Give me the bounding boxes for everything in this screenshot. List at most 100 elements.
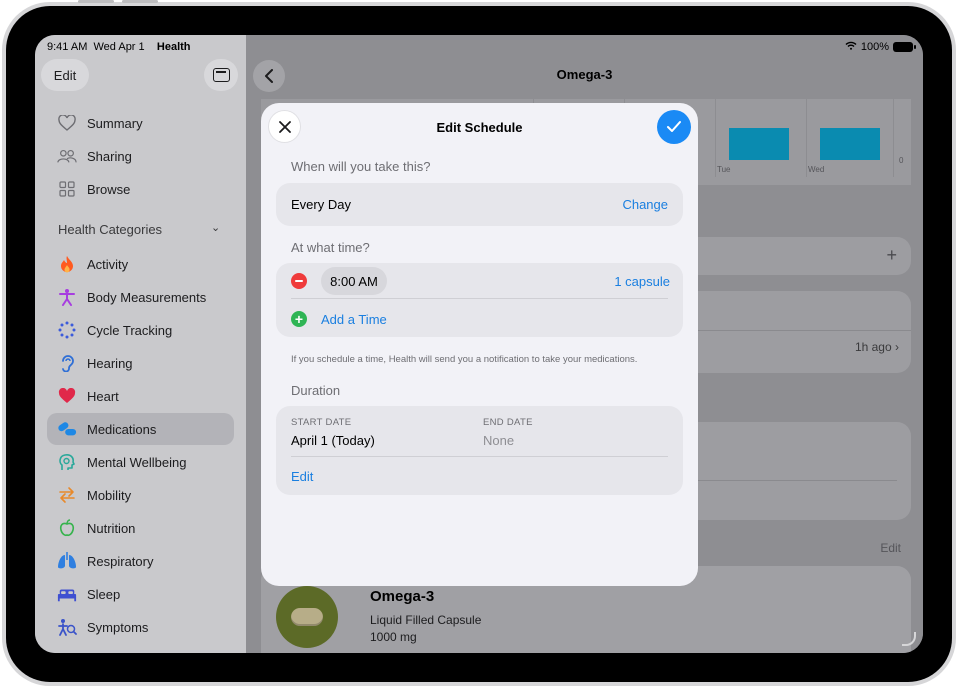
add-log-button[interactable]: + (886, 245, 897, 266)
chart-bar (820, 128, 880, 160)
sidebar-item-label: Symptoms (87, 619, 149, 635)
divider (291, 456, 668, 457)
sidebar-item-browse[interactable]: Browse (47, 173, 234, 205)
sidebar-item-respiratory[interactable]: Respiratory (47, 545, 234, 577)
sidebar-item-label: Activity (87, 256, 129, 272)
battery-percent: 100% (860, 41, 889, 53)
head-icon (57, 452, 77, 472)
medication-form: Liquid Filled Capsule (370, 613, 482, 627)
medication-name: Omega-3 (370, 588, 435, 605)
chart-day-label: Wed (808, 165, 825, 174)
sidebar: 9:41 AM Wed Apr 1 Health Edit Summary Sh… (35, 35, 246, 653)
medication-image (276, 586, 338, 648)
sidebar-item-heart[interactable]: Heart (47, 380, 234, 412)
battery-icon (893, 42, 916, 52)
sidebar-item-activity[interactable]: Activity (47, 248, 234, 280)
notification-footnote: If you schedule a time, Health will send… (291, 354, 638, 365)
chevron-down-icon[interactable]: ⌄ (211, 221, 220, 234)
sidebar-item-summary[interactable]: Summary (47, 107, 234, 139)
log-time: 1h ago › (854, 340, 899, 354)
sidebar-item-mobility[interactable]: Mobility (47, 479, 234, 511)
medication-strength: 1000 mg (370, 630, 417, 644)
people-icon (57, 146, 77, 166)
capsule-icon (291, 608, 323, 626)
figure-icon (57, 287, 77, 307)
sidebar-item-medications[interactable]: Medications (47, 413, 234, 445)
sidebar-item-label: Cycle Tracking (87, 322, 173, 338)
sidebar-item-mental-wellbeing[interactable]: Mental Wellbeing (47, 446, 234, 478)
sidebar-item-label: Mobility (87, 487, 132, 503)
chart-gridline (806, 99, 807, 177)
remove-time-button[interactable] (291, 273, 307, 289)
end-date-label: END DATE (483, 417, 533, 428)
sidebar-icon (212, 68, 230, 82)
sidebar-item-label: Respiratory (87, 553, 154, 569)
dose-quantity-button[interactable]: 1 capsule (614, 274, 670, 289)
change-frequency-button[interactable]: Change (622, 197, 668, 212)
add-time-icon[interactable]: + (291, 311, 307, 327)
divider (291, 298, 668, 299)
screen: 9:41 AM Wed Apr 1 Health Edit Summary Sh… (35, 35, 923, 653)
sidebar-toggle-button[interactable] (204, 59, 238, 91)
sidebar-item-sharing[interactable]: Sharing (47, 140, 234, 172)
hardware-button (122, 0, 158, 3)
start-date-value: April 1 (Today) (291, 433, 375, 448)
ear-icon (57, 353, 77, 373)
arrows-icon (57, 485, 77, 505)
sidebar-edit-button[interactable]: Edit (41, 59, 89, 91)
heart-icon (57, 386, 77, 406)
sidebar-item-symptoms[interactable]: Symptoms (47, 611, 234, 643)
time-group: 8:00 AM 1 capsule + Add a Time (276, 263, 683, 337)
duration-heading: Duration (291, 383, 341, 398)
sidebar-item-label: Sharing (87, 148, 132, 164)
bed-icon (57, 584, 77, 604)
health-categories-heading[interactable]: Health Categories (58, 222, 162, 237)
chart-gridline (893, 99, 894, 177)
status-date: Wed Apr 1 (93, 41, 145, 53)
chart-bar (729, 128, 789, 160)
sidebar-item-label: Body Measurements (87, 289, 207, 305)
flame-icon (57, 254, 77, 274)
sidebar-item-label: Heart (87, 388, 119, 404)
frequency-row[interactable]: Every Day Change (276, 183, 683, 226)
page-title: Omega-3 (556, 67, 613, 82)
cycle-dots-icon (57, 320, 77, 340)
sidebar-item-label: Hearing (87, 355, 133, 371)
lungs-icon (57, 551, 77, 571)
medications-edit-button[interactable]: Edit (880, 541, 901, 555)
checkmark-icon (667, 121, 681, 132)
frequency-value: Every Day (291, 197, 351, 212)
symptoms-icon (57, 617, 77, 637)
sheet-title: Edit Schedule (436, 120, 523, 135)
end-date-value: None (483, 433, 515, 448)
wifi-icon (845, 41, 857, 53)
hardware-button (78, 0, 114, 3)
time-heading: At what time? (291, 240, 370, 255)
sidebar-item-body-measurements[interactable]: Body Measurements (47, 281, 234, 313)
add-time-button[interactable]: Add a Time (321, 312, 387, 327)
edit-duration-button[interactable]: Edit (291, 469, 313, 484)
status-time: 9:41 AM (47, 41, 88, 53)
frequency-heading: When will you take this? (291, 159, 431, 174)
sidebar-item-label: Browse (87, 181, 131, 197)
start-date-label: START DATE (291, 417, 352, 428)
chart-day-label: Tue (717, 165, 731, 174)
log-time-text: 1h ago (854, 340, 892, 354)
sidebar-item-label: Nutrition (87, 520, 136, 536)
sidebar-item-label: Medications (87, 421, 157, 437)
sidebar-item-hearing[interactable]: Hearing (47, 347, 234, 379)
done-button[interactable] (657, 110, 691, 144)
heart-outline-icon (57, 113, 77, 133)
status-app-name: Health (156, 41, 191, 53)
resize-corner-indicator (902, 632, 916, 646)
chart-gridline (715, 99, 716, 177)
pills-icon (57, 419, 77, 439)
chart-axis-label: 0 (899, 156, 904, 165)
time-picker[interactable]: 8:00 AM (321, 267, 387, 295)
status-bar-right: 100% (845, 41, 916, 53)
sidebar-item-sleep[interactable]: Sleep (47, 578, 234, 610)
sidebar-item-nutrition[interactable]: Nutrition (47, 512, 234, 544)
grid-icon (57, 179, 77, 199)
sidebar-item-cycle-tracking[interactable]: Cycle Tracking (47, 314, 234, 346)
edit-schedule-sheet: Edit Schedule When will you take this? E… (261, 103, 698, 586)
